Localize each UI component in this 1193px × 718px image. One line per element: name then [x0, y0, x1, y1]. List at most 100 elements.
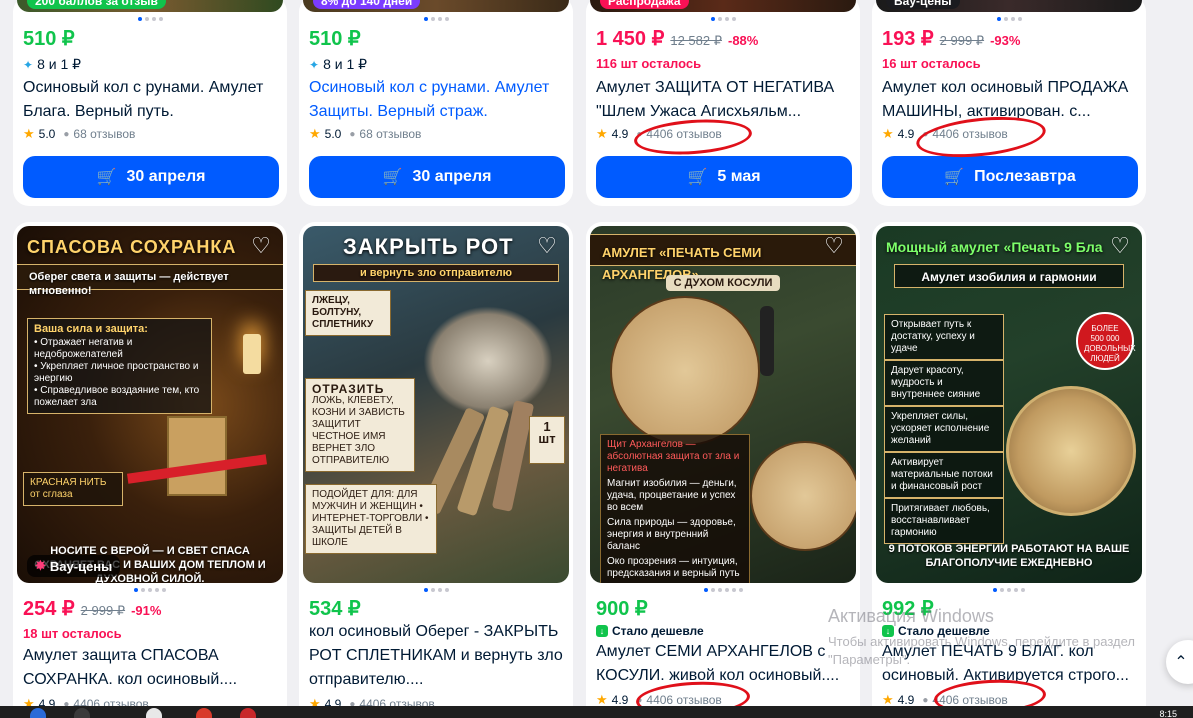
arrow-down-icon: ↓	[882, 625, 894, 637]
image-feature-box: ОТРАЗИТЬ ЛОЖЬ, КЛЕВЕТУ, КОЗНИ И ЗАВИСТЬ …	[305, 378, 415, 472]
star-icon: ★	[23, 126, 35, 141]
add-to-cart-button[interactable]: 🛒 30 апреля	[309, 156, 565, 198]
price: 534 ₽	[309, 598, 361, 620]
favorite-heart-icon[interactable]: ♡	[249, 234, 273, 258]
price-drop-label: ↓ Стало дешевле	[882, 624, 990, 638]
discount: -88%	[728, 33, 759, 48]
product-image[interactable]: СПАСОВА СОХРАНКА Оберег света и защиты —…	[17, 226, 283, 583]
rating: ★ 5.0 ● 68 отзывов	[23, 126, 136, 141]
price: 193 ₽	[882, 28, 934, 50]
cart-icon: 🛒	[687, 169, 708, 186]
favorite-heart-icon[interactable]: ♡	[822, 234, 846, 258]
product-image[interactable]: ЗАКРЫТЬ РОТ и вернуть зло отправителю ЛЖ…	[303, 226, 569, 583]
product-image[interactable]: АМУЛЕТ «ПЕЧАТЬ СЕМИ АРХАНГЕЛОВ» С ДУХОМ …	[590, 226, 856, 583]
product-title[interactable]: Амулет ПЕЧАТЬ 9 БЛАГ. кол осиновый. Акти…	[882, 640, 1140, 688]
sparkle-icon: ✸	[35, 558, 46, 573]
image-pager-dots	[299, 17, 573, 21]
image-pager-dots	[872, 17, 1146, 21]
comment-icon: ●	[349, 128, 356, 140]
promo-badge: Вау-цены	[886, 0, 960, 9]
image-subtitle: Амулет изобилия и гармонии	[921, 270, 1097, 284]
comment-icon: ●	[636, 128, 643, 140]
add-to-cart-button[interactable]: 🛒 Послезавтра	[882, 156, 1138, 198]
star-icon: ★	[596, 126, 608, 141]
image-pager-dots	[586, 588, 860, 592]
comment-icon: ●	[636, 694, 643, 706]
reviews-link[interactable]: 4406 отзывов	[932, 127, 1007, 141]
product-card[interactable]: Распродажа 1 450 ₽ 12 582 ₽ -88% 116 шт …	[586, 0, 860, 206]
rating: ★ 4.9 ● 4406 отзывов	[882, 126, 1008, 141]
scroll-to-top-button[interactable]: ⌃	[1166, 640, 1193, 684]
product-title[interactable]: кол осиновый Оберег - ЗАКРЫТЬ РОТ СПЛЕТН…	[309, 620, 567, 692]
arrow-down-icon: ↓	[596, 625, 608, 637]
price-row: 510 ₽	[309, 26, 361, 51]
image-headline: Мощный амулет «Печать 9 Бла	[886, 239, 1103, 255]
image-subtitle: С ДУХОМ КОСУЛИ	[602, 275, 844, 291]
bonus-points: ✦ 8 и 1 ₽	[309, 56, 368, 72]
image-pager-dots	[299, 588, 573, 592]
add-to-cart-button[interactable]: 🛒 30 апреля	[23, 156, 279, 198]
stock-left: 116 шт осталось	[596, 56, 702, 71]
product-title[interactable]: Амулет кол осиновый ПРОДАЖА МАШИНЫ, акти…	[882, 76, 1140, 124]
taskbar-app-icon[interactable]	[30, 708, 46, 718]
bonus-diamond-icon: ✦	[309, 57, 320, 72]
old-price: 12 582 ₽	[670, 33, 722, 48]
product-title[interactable]: Амулет ЗАЩИТА ОТ НЕГАТИВА "Шлем Ужаса Аг…	[596, 76, 854, 124]
taskbar-app-icon[interactable]	[74, 708, 90, 718]
product-card[interactable]: Вау-цены 193 ₽ 2 999 ₽ -93% 16 шт остало…	[872, 0, 1146, 206]
favorite-heart-icon[interactable]: ♡	[1108, 234, 1132, 258]
taskbar-app-icon[interactable]	[196, 708, 212, 718]
bonus-diamond-icon: ✦	[23, 57, 34, 72]
bonus-points: ✦ 8 и 1 ₽	[23, 56, 82, 72]
reviews-link[interactable]: 68 отзывов	[73, 127, 135, 141]
image-benefit-2: Дарует красоту, мудрость и внутреннее си…	[884, 360, 1004, 406]
taskbar-app-icon[interactable]	[240, 708, 256, 718]
taskbar-clock[interactable]: 8:15	[1159, 709, 1177, 718]
product-card[interactable]: 200 баллов за отзыв 510 ₽ ✦ 8 и 1 ₽ Осино…	[13, 0, 287, 206]
product-image[interactable]: Вау-цены	[876, 0, 1142, 12]
price-row: 510 ₽	[23, 26, 75, 51]
reviews-link[interactable]: 4406 отзывов	[932, 693, 1007, 707]
price-row: 1 450 ₽ 12 582 ₽ -88%	[596, 26, 758, 51]
product-grid-page: 200 баллов за отзыв 510 ₽ ✦ 8 и 1 ₽ Осино…	[0, 0, 1193, 718]
image-benefit-4: Активирует материальные потоки и финансо…	[884, 452, 1004, 498]
product-image[interactable]: 8% до 140 дней	[303, 0, 569, 12]
reviews-link[interactable]: 4406 отзывов	[646, 693, 721, 707]
image-headline: ЗАКРЫТЬ РОТ	[343, 234, 514, 259]
product-image[interactable]: Распродажа	[590, 0, 856, 12]
image-label: КРАСНАЯ НИТЬ от сглаза	[23, 472, 123, 506]
price: 900 ₽	[596, 598, 648, 620]
product-card[interactable]: ЗАКРЫТЬ РОТ и вернуть зло отправителю ЛЖ…	[299, 222, 573, 718]
product-title[interactable]: Амулет СЕМИ АРХАНГЕЛОВ с КОСУЛИ. живой к…	[596, 640, 854, 688]
reviews-link[interactable]: 68 отзывов	[359, 127, 421, 141]
product-title[interactable]: Осиновый кол с рунами. Амулет Защиты. Ве…	[309, 76, 567, 124]
discount: -91%	[131, 603, 162, 618]
cart-icon: 🛒	[944, 169, 965, 186]
product-card[interactable]: АМУЛЕТ «ПЕЧАТЬ СЕМИ АРХАНГЕЛОВ» С ДУХОМ …	[586, 222, 860, 718]
image-pager-dots	[13, 588, 287, 592]
stock-left: 16 шт осталось	[882, 56, 981, 71]
image-quantity-tag: 1 шт	[529, 416, 565, 464]
product-title[interactable]: Осиновый кол с рунами. Амулет Блага. Вер…	[23, 76, 281, 124]
rating: ★ 5.0 ● 68 отзывов	[309, 126, 422, 141]
old-price: 2 999 ₽	[939, 33, 985, 48]
product-card[interactable]: Мощный амулет «Печать 9 Бла Амулет изоби…	[872, 222, 1146, 718]
product-card[interactable]: 8% до 140 дней 510 ₽ ✦ 8 и 1 ₽ Осиновый к…	[299, 0, 573, 206]
image-headline: СПАСОВА СОХРАНКА	[27, 237, 237, 257]
image-pager-dots	[586, 17, 860, 21]
product-card[interactable]: СПАСОВА СОХРАНКА Оберег света и защиты —…	[13, 222, 287, 718]
product-image[interactable]: Мощный амулет «Печать 9 Бла Амулет изоби…	[876, 226, 1142, 583]
favorite-heart-icon[interactable]: ♡	[535, 234, 559, 258]
windows-taskbar: 8:15	[0, 706, 1193, 718]
image-footer: 9 ПОТОКОВ ЭНЕРГИИ РАБОТАЮТ НА ВАШЕ БЛАГО…	[888, 543, 1130, 569]
reviews-link[interactable]: 4406 отзывов	[646, 127, 721, 141]
image-benefit-1: Открывает путь к достатку, успеху и удач…	[884, 314, 1004, 360]
add-to-cart-button[interactable]: 🛒 5 мая	[596, 156, 852, 198]
comment-icon: ●	[922, 694, 929, 706]
product-image[interactable]: 200 баллов за отзыв	[17, 0, 283, 12]
image-pager-dots	[13, 17, 287, 21]
product-title[interactable]: Амулет защита СПАСОВА СОХРАНКА. кол осин…	[23, 644, 281, 692]
price-row: 193 ₽ 2 999 ₽ -93%	[882, 26, 1020, 51]
taskbar-app-icon[interactable]	[146, 708, 162, 718]
image-subtitle: и вернуть зло отправителю	[359, 267, 513, 279]
